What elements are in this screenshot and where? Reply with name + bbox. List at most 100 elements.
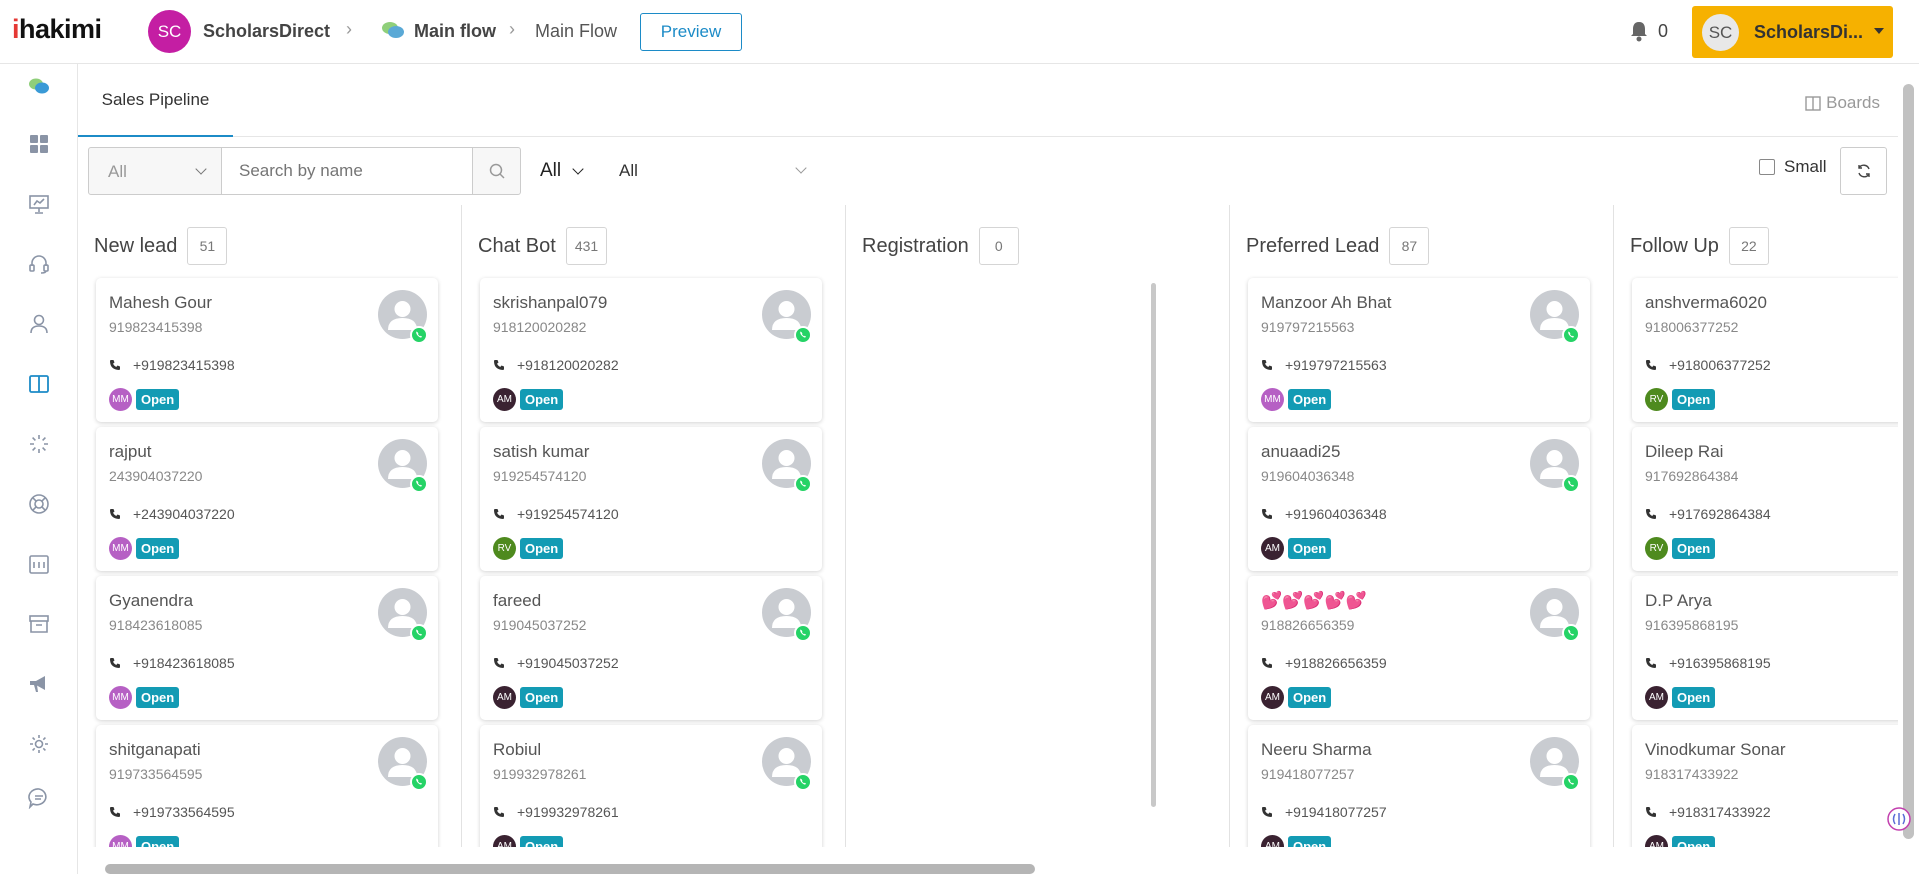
assignee-avatar[interactable]: RV (493, 537, 516, 560)
assignee-avatar[interactable]: MM (109, 686, 132, 709)
lead-number: 916395868195 (1645, 617, 1739, 633)
chevron-right-icon: › (346, 19, 352, 39)
lead-phone-number: +919733564595 (133, 804, 235, 820)
lead-name: skrishanpal079 (493, 293, 608, 312)
lead-card[interactable]: rajput 243904037220 +243904037220 MM Open (96, 427, 438, 571)
lead-card[interactable]: Dileep Rai 917692864384 +917692864384 RV Ope… (1632, 427, 1898, 571)
lead-number: 918423618085 (109, 617, 203, 633)
assignee-avatar[interactable]: MM (109, 537, 132, 560)
assignee-avatar[interactable]: AM (1645, 686, 1668, 709)
search-button[interactable] (472, 147, 521, 195)
lead-name: Mahesh Gour (109, 293, 212, 312)
chat-bubbles-icon[interactable] (27, 74, 51, 98)
phone-icon (110, 807, 120, 817)
column-header: New lead 51 (94, 227, 228, 265)
assignee-avatar[interactable]: AM (493, 388, 516, 411)
app-logo[interactable]: ihakimi (12, 14, 102, 45)
phone-icon (494, 509, 504, 519)
preview-button[interactable]: Preview (640, 13, 742, 51)
refresh-button[interactable] (1840, 147, 1887, 195)
presentation-icon[interactable] (27, 192, 51, 216)
workspace-name[interactable]: ScholarsDirect (203, 21, 330, 42)
lead-number: 918006377252 (1645, 319, 1739, 335)
assignee-avatar[interactable]: RV (1645, 537, 1668, 560)
ai-assistant-icon[interactable] (1886, 806, 1912, 832)
lead-card[interactable]: satish kumar 919254574120 +919254574120 RV O… (480, 427, 822, 571)
lead-footer: MM Open (1261, 388, 1332, 411)
lead-phone-number: +919418077257 (1285, 804, 1387, 820)
agent-dropdown[interactable]: All (540, 160, 584, 182)
lead-card[interactable]: Gyanendra 918423618085 +918423618085 MM Open (96, 576, 438, 720)
column-scrollbar[interactable] (1151, 283, 1156, 807)
assignee-avatar[interactable]: AM (1261, 835, 1284, 847)
breadcrumb-main-flow[interactable]: Main flow (414, 21, 496, 42)
lead-card[interactable]: shitganapati 919733564595 +919733564595 MM O… (96, 725, 438, 847)
assignee-avatar[interactable]: MM (109, 388, 132, 411)
message-icon[interactable] (27, 786, 51, 810)
phone-icon (494, 360, 504, 370)
user-menu-button[interactable]: SC ScholarsDi... (1692, 6, 1893, 58)
megaphone-icon[interactable] (27, 672, 51, 696)
whatsapp-icon (1562, 773, 1580, 791)
lead-card[interactable]: Mahesh Gour 919823415398 +919823415398 MM Op… (96, 278, 438, 422)
lead-card[interactable]: D.P Arya 916395868195 +916395868195 AM Open (1632, 576, 1898, 720)
assignee-avatar[interactable]: RV (1645, 388, 1668, 411)
lead-card[interactable]: Neeru Sharma 919418077257 +919418077257 AM O… (1248, 725, 1590, 847)
calendar-icon[interactable] (27, 552, 51, 576)
lead-card[interactable]: Manzoor Ah Bhat 919797215563 +919797215563… (1248, 278, 1590, 422)
board-icon[interactable] (27, 372, 51, 396)
lead-number: 918826656359 (1261, 617, 1355, 633)
settings-icon[interactable] (27, 732, 51, 756)
dashboard-icon[interactable] (27, 132, 51, 156)
breadcrumb-current: Main Flow (535, 21, 618, 41)
boards-link[interactable]: Boards (1805, 93, 1880, 113)
assignee-avatar[interactable]: AM (493, 686, 516, 709)
lead-name: shitganapati (109, 740, 201, 759)
phone-icon (110, 360, 120, 370)
lead-card[interactable]: Robiul 919932978261 +919932978261 AM Open (480, 725, 822, 847)
user-icon[interactable] (27, 312, 51, 336)
workspace-avatar[interactable]: SC (148, 10, 191, 53)
small-checkbox[interactable] (1759, 159, 1775, 175)
lead-name: anuaadi25 (1261, 442, 1341, 461)
assignee-avatar[interactable]: AM (1261, 686, 1284, 709)
assignee-avatar[interactable]: AM (1645, 835, 1668, 847)
lead-card[interactable]: fareed 919045037252 +919045037252 AM Open (480, 576, 822, 720)
lead-card[interactable]: anshverma6020 918006377252 +918006377252 RV… (1632, 278, 1898, 422)
whatsapp-icon (410, 475, 428, 493)
filter-dropdown[interactable]: All (619, 161, 819, 185)
assignee-avatar[interactable]: MM (109, 835, 132, 847)
whatsapp-icon (794, 773, 812, 791)
small-toggle[interactable]: Small (1759, 157, 1827, 177)
search-input[interactable] (221, 147, 473, 195)
phone-icon (494, 658, 504, 668)
lead-footer: MM Open (109, 835, 180, 847)
tab-sales-pipeline[interactable]: Sales Pipeline (78, 64, 233, 137)
horizontal-scrollbar-thumb[interactable] (105, 864, 1035, 874)
lead-phone-number: +919604036348 (1285, 506, 1387, 522)
phone-icon (1646, 658, 1656, 668)
small-label: Small (1784, 157, 1827, 176)
lead-card[interactable]: skrishanpal079 918120020282 +918120020282 A… (480, 278, 822, 422)
vertical-scrollbar-thumb[interactable] (1903, 84, 1914, 839)
loader-icon[interactable] (27, 432, 51, 456)
lifebuoy-icon[interactable] (27, 492, 51, 516)
lead-footer: AM Open (493, 686, 564, 709)
lead-phone-number: +918317433922 (1669, 804, 1771, 820)
lead-number: 918120020282 (493, 319, 587, 335)
column-header: Follow Up 22 (1630, 227, 1769, 265)
pipeline-column: Chat Bot 431 skrishanpal079 918120020282 +91… (462, 205, 846, 847)
lead-card[interactable]: anuaadi25 919604036348 +919604036348 AM Open (1248, 427, 1590, 571)
lead-phone-number: +918006377252 (1669, 357, 1771, 373)
bell-icon[interactable] (1629, 20, 1649, 47)
assignee-avatar[interactable]: MM (1261, 388, 1284, 411)
status-badge: Open (1672, 538, 1716, 559)
headset-icon[interactable] (27, 252, 51, 276)
lead-name: Vinodkumar Sonar (1645, 740, 1786, 759)
lead-card[interactable]: 💕💕💕💕💕 918826656359 +918826656359 AM Open (1248, 576, 1590, 720)
archive-icon[interactable] (27, 612, 51, 636)
lead-card[interactable]: Vinodkumar Sonar 918317433922 +91831743392… (1632, 725, 1898, 847)
assignee-avatar[interactable]: AM (1261, 537, 1284, 560)
status-select[interactable]: All (88, 147, 222, 195)
assignee-avatar[interactable]: AM (493, 835, 516, 847)
